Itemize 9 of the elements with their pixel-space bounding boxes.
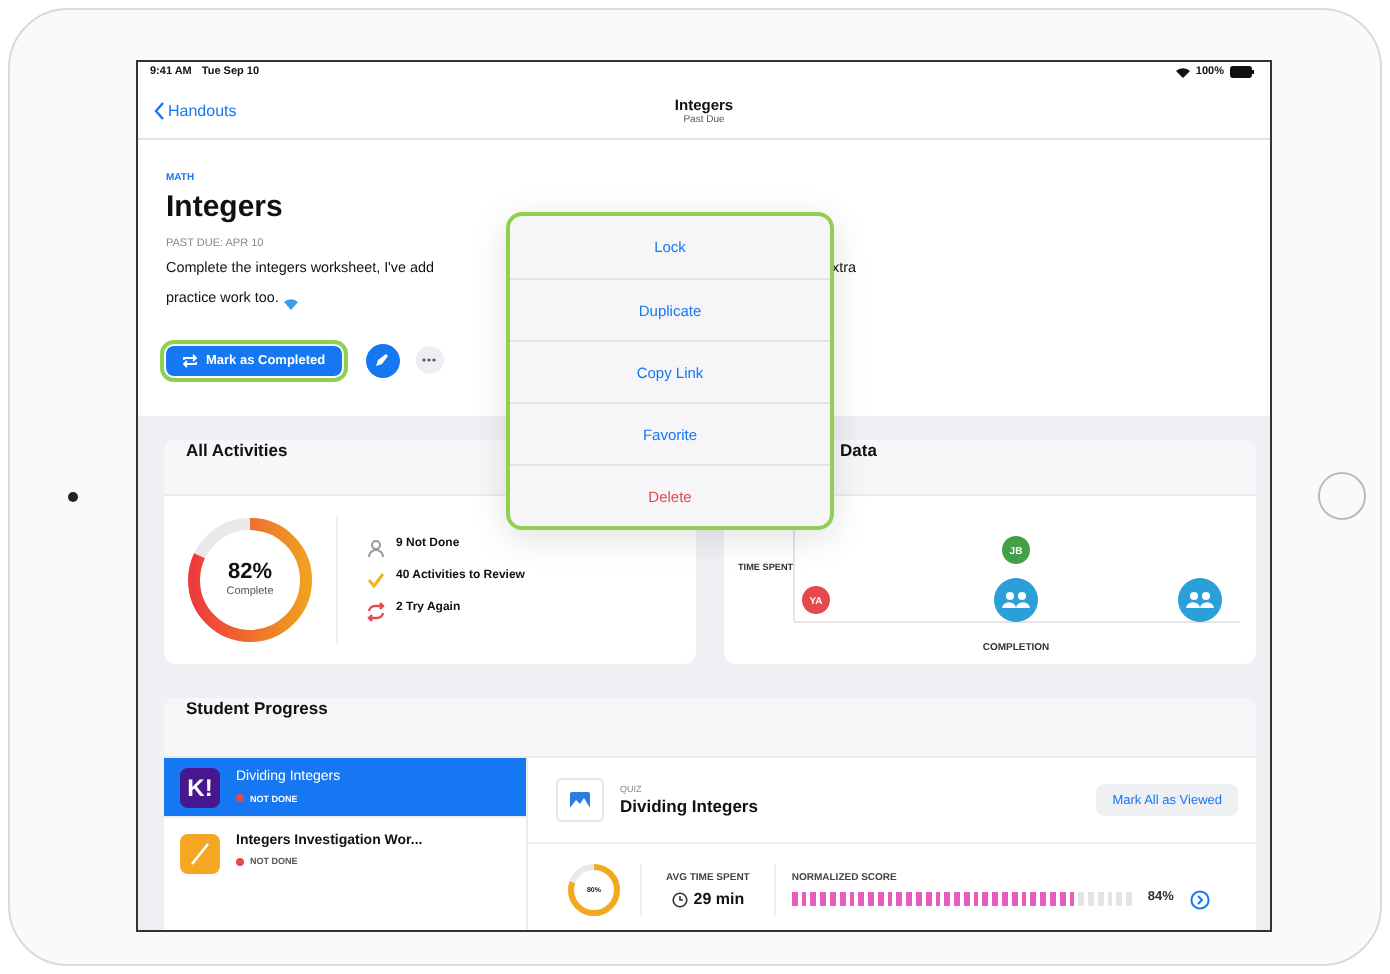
- stat-value: 29 min: [693, 889, 745, 909]
- completion-percent: 82%: [227, 560, 273, 586]
- card-title: Student Progress: [186, 698, 328, 719]
- assignment-title: Integers: [166, 190, 283, 226]
- activity-heading: Dividing Integers: [620, 796, 758, 817]
- quiz-app-logo: K!: [180, 767, 220, 807]
- card-title: Data: [840, 440, 877, 461]
- back-link[interactable]: Handouts: [154, 101, 675, 119]
- card-title: All Activities: [186, 440, 288, 461]
